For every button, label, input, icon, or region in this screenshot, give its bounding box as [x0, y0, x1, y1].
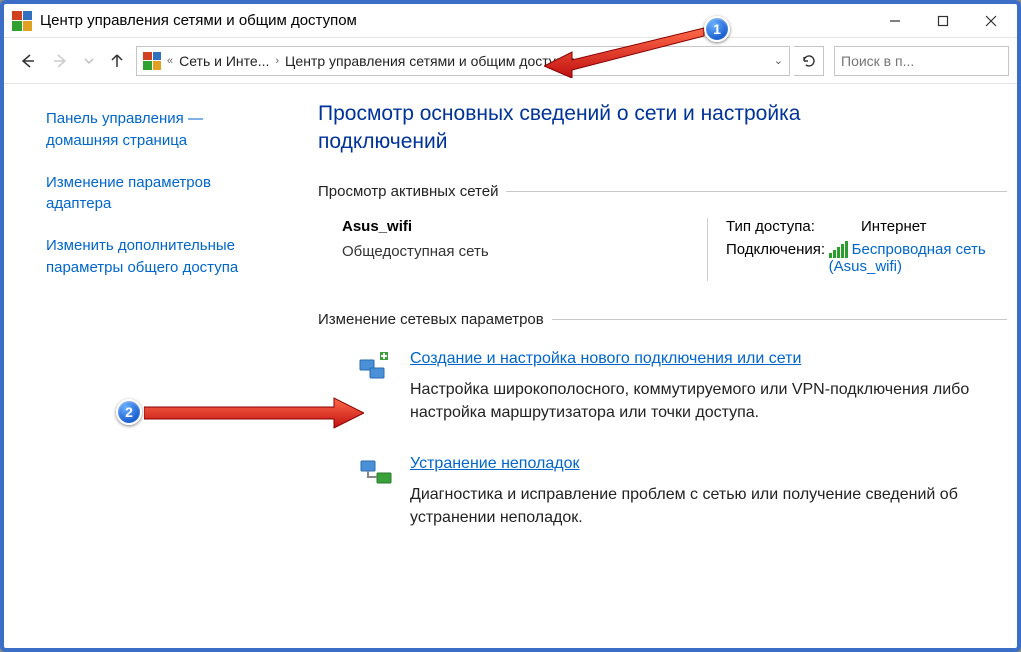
troubleshoot-icon — [358, 455, 394, 491]
body: Панель управления — домашняя страница Из… — [4, 84, 1017, 648]
divider — [506, 191, 1007, 192]
network-name: Asus_wifi — [342, 218, 707, 235]
toolbar: « Сеть и Инте... › Центр управления сетя… — [4, 38, 1017, 84]
connections-label: Подключения: — [726, 241, 829, 276]
titlebar: Центр управления сетями и общим доступом — [4, 4, 1017, 38]
troubleshoot-link[interactable]: Устранение неполадок — [410, 455, 579, 472]
search-input[interactable] — [841, 53, 1021, 69]
sidebar-adapter-link[interactable]: Изменение параметров адаптера — [46, 174, 211, 213]
change-settings-header: Изменение сетевых параметров — [318, 311, 1007, 328]
forward-button[interactable] — [46, 46, 76, 76]
back-button[interactable] — [12, 46, 42, 76]
troubleshoot-item[interactable]: Устранение неполадок Диагностика и испра… — [318, 445, 1007, 549]
section-label: Изменение сетевых параметров — [318, 311, 544, 328]
annotation-badge-1: 1 — [704, 16, 730, 42]
setup-connection-desc: Настройка широкополосного, коммутируемог… — [410, 378, 970, 424]
recent-dropdown[interactable] — [80, 46, 98, 76]
access-type-value: Интернет — [861, 218, 926, 235]
section-label: Просмотр активных сетей — [318, 183, 498, 200]
sidebar: Панель управления — домашняя страница Из… — [4, 84, 314, 648]
page-heading: Просмотр основных сведений о сети и наст… — [318, 100, 878, 157]
setup-connection-item[interactable]: Создание и настройка нового подключения … — [318, 340, 1007, 444]
content: Просмотр основных сведений о сети и наст… — [314, 84, 1017, 648]
sidebar-sharing-link[interactable]: Изменить дополнительные параметры общего… — [46, 237, 238, 276]
setup-connection-icon — [358, 350, 394, 386]
access-type-label: Тип доступа: — [726, 218, 861, 235]
window: Центр управления сетями и общим доступом — [0, 0, 1021, 652]
maximize-button[interactable] — [919, 5, 967, 37]
sidebar-home-link[interactable]: Панель управления — домашняя страница — [46, 110, 203, 149]
refresh-button[interactable] — [794, 46, 824, 76]
app-icon — [12, 11, 32, 31]
address-dropdown-icon[interactable]: ⌄ — [774, 54, 783, 67]
window-title: Центр управления сетями и общим доступом — [40, 12, 871, 29]
up-button[interactable] — [102, 46, 132, 76]
close-button[interactable] — [967, 5, 1015, 37]
search-box[interactable] — [834, 46, 1009, 76]
network-category: Общедоступная сеть — [342, 243, 707, 260]
wifi-signal-icon — [829, 241, 848, 258]
divider — [552, 319, 1007, 320]
active-network-panel: Asus_wifi Общедоступная сеть Тип доступа… — [318, 212, 1007, 302]
minimize-button[interactable] — [871, 5, 919, 37]
setup-connection-link[interactable]: Создание и настройка нового подключения … — [410, 350, 801, 367]
breadcrumb-item[interactable]: Сеть и Инте... — [179, 53, 269, 69]
control-panel-icon — [143, 52, 161, 70]
troubleshoot-desc: Диагностика и исправление проблем с сеть… — [410, 483, 970, 529]
chevron-icon: « — [167, 55, 173, 67]
window-controls — [871, 5, 1015, 37]
breadcrumb-item[interactable]: Центр управления сетями и общим доступом — [285, 53, 581, 69]
connection-link[interactable]: Беспроводная сеть (Asus_wifi) — [829, 241, 986, 276]
annotation-badge-2: 2 — [116, 399, 142, 425]
chevron-right-icon: › — [275, 55, 279, 67]
active-networks-header: Просмотр активных сетей — [318, 183, 1007, 200]
address-bar[interactable]: « Сеть и Инте... › Центр управления сетя… — [136, 46, 790, 76]
